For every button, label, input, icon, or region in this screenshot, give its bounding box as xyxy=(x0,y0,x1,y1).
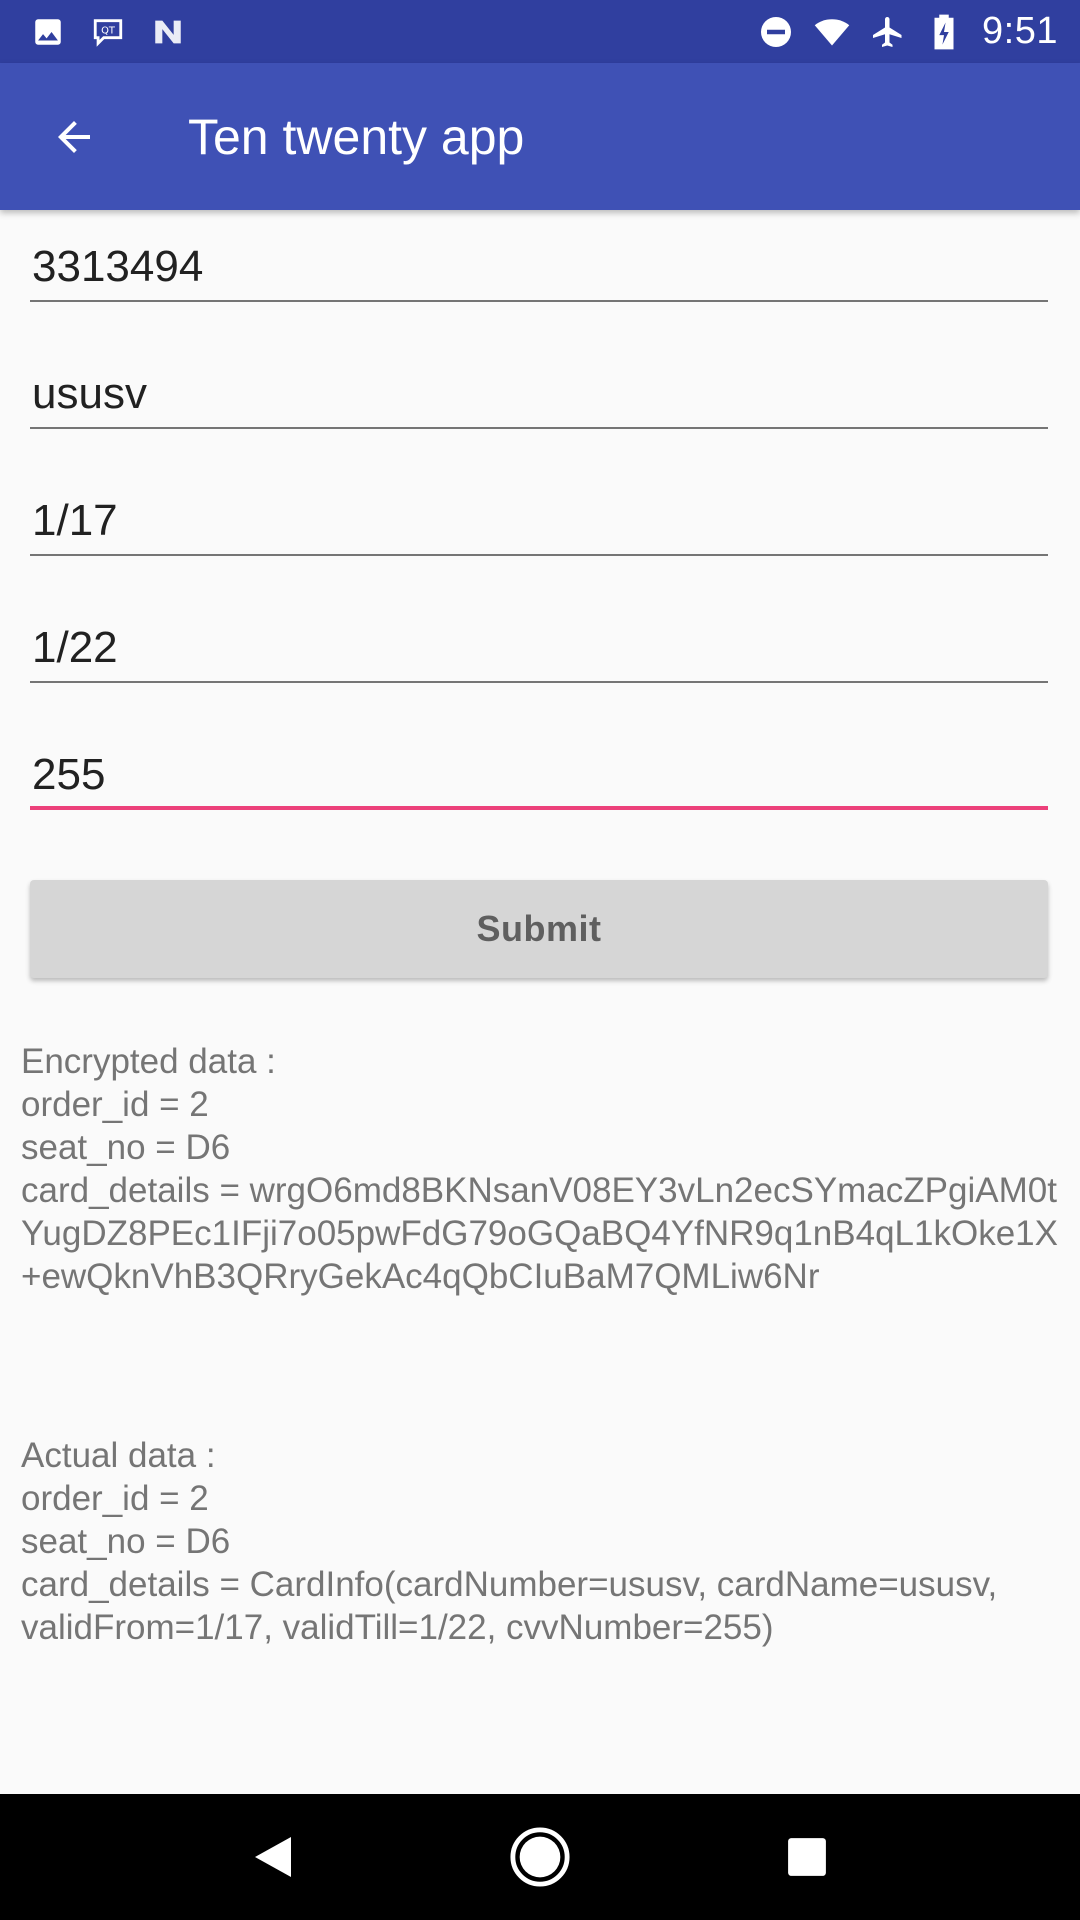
back-triangle-icon xyxy=(255,1837,292,1877)
status-bar: QT 9:51 xyxy=(0,0,1080,63)
submit-button[interactable]: Submit xyxy=(30,880,1048,978)
dnd-icon xyxy=(758,14,794,50)
battery-charging-icon xyxy=(926,14,962,50)
nav-back-button[interactable] xyxy=(228,1812,318,1902)
nav-recents-button[interactable] xyxy=(762,1812,852,1902)
valid-till-field[interactable] xyxy=(30,591,1048,683)
encrypted-order-id: order_id = 2 xyxy=(21,1085,209,1124)
valid-till-input[interactable] xyxy=(30,613,1048,683)
image-icon xyxy=(30,14,66,50)
field-underline xyxy=(30,681,1048,683)
encrypted-seat-no: seat_no = D6 xyxy=(21,1128,231,1167)
navigation-bar xyxy=(0,1794,1080,1920)
card-name-field[interactable] xyxy=(30,337,1048,429)
n-icon xyxy=(150,14,186,50)
card-name-input[interactable] xyxy=(30,359,1048,429)
encrypted-card-details: card_details = wrgO6md8BKNsanV08EY3vLn2e… xyxy=(21,1171,1058,1296)
field-underline xyxy=(30,554,1048,556)
actual-card-details: card_details = CardInfo(cardNumber=ususv… xyxy=(21,1565,1007,1647)
actual-header: Actual data : xyxy=(21,1436,216,1475)
arrow-back-icon xyxy=(58,120,90,153)
valid-from-input[interactable] xyxy=(30,486,1048,556)
cvv-input[interactable] xyxy=(30,740,1048,810)
field-underline xyxy=(30,427,1048,429)
qt-icon: QT xyxy=(90,14,126,50)
wifi-icon xyxy=(814,14,850,50)
app-bar: Ten twenty app xyxy=(0,63,1080,210)
airplane-icon xyxy=(870,14,906,50)
actual-data-block: Actual data : order_id = 2 seat_no = D6 … xyxy=(21,1434,1061,1649)
valid-from-field[interactable] xyxy=(30,464,1048,556)
encrypted-header: Encrypted data : xyxy=(21,1042,276,1081)
home-circle-icon xyxy=(510,1827,570,1887)
field-underline-focused xyxy=(30,806,1048,810)
field-underline xyxy=(30,300,1048,302)
status-right-icons: 9:51 xyxy=(758,10,1058,53)
nav-home-button[interactable] xyxy=(495,1812,585,1902)
app-title: Ten twenty app xyxy=(188,108,525,165)
actual-seat-no: seat_no = D6 xyxy=(21,1522,231,1561)
status-time: 9:51 xyxy=(982,10,1058,52)
cvv-field[interactable] xyxy=(30,718,1048,810)
back-button[interactable] xyxy=(32,95,116,179)
encrypted-data-block: Encrypted data : order_id = 2 seat_no = … xyxy=(21,1040,1061,1298)
status-left-icons: QT xyxy=(30,14,186,50)
card-number-field[interactable] xyxy=(30,210,1048,302)
recents-square-icon xyxy=(787,1838,826,1876)
svg-text:QT: QT xyxy=(101,25,116,36)
actual-order-id: order_id = 2 xyxy=(21,1479,209,1518)
card-number-input[interactable] xyxy=(30,232,1048,302)
